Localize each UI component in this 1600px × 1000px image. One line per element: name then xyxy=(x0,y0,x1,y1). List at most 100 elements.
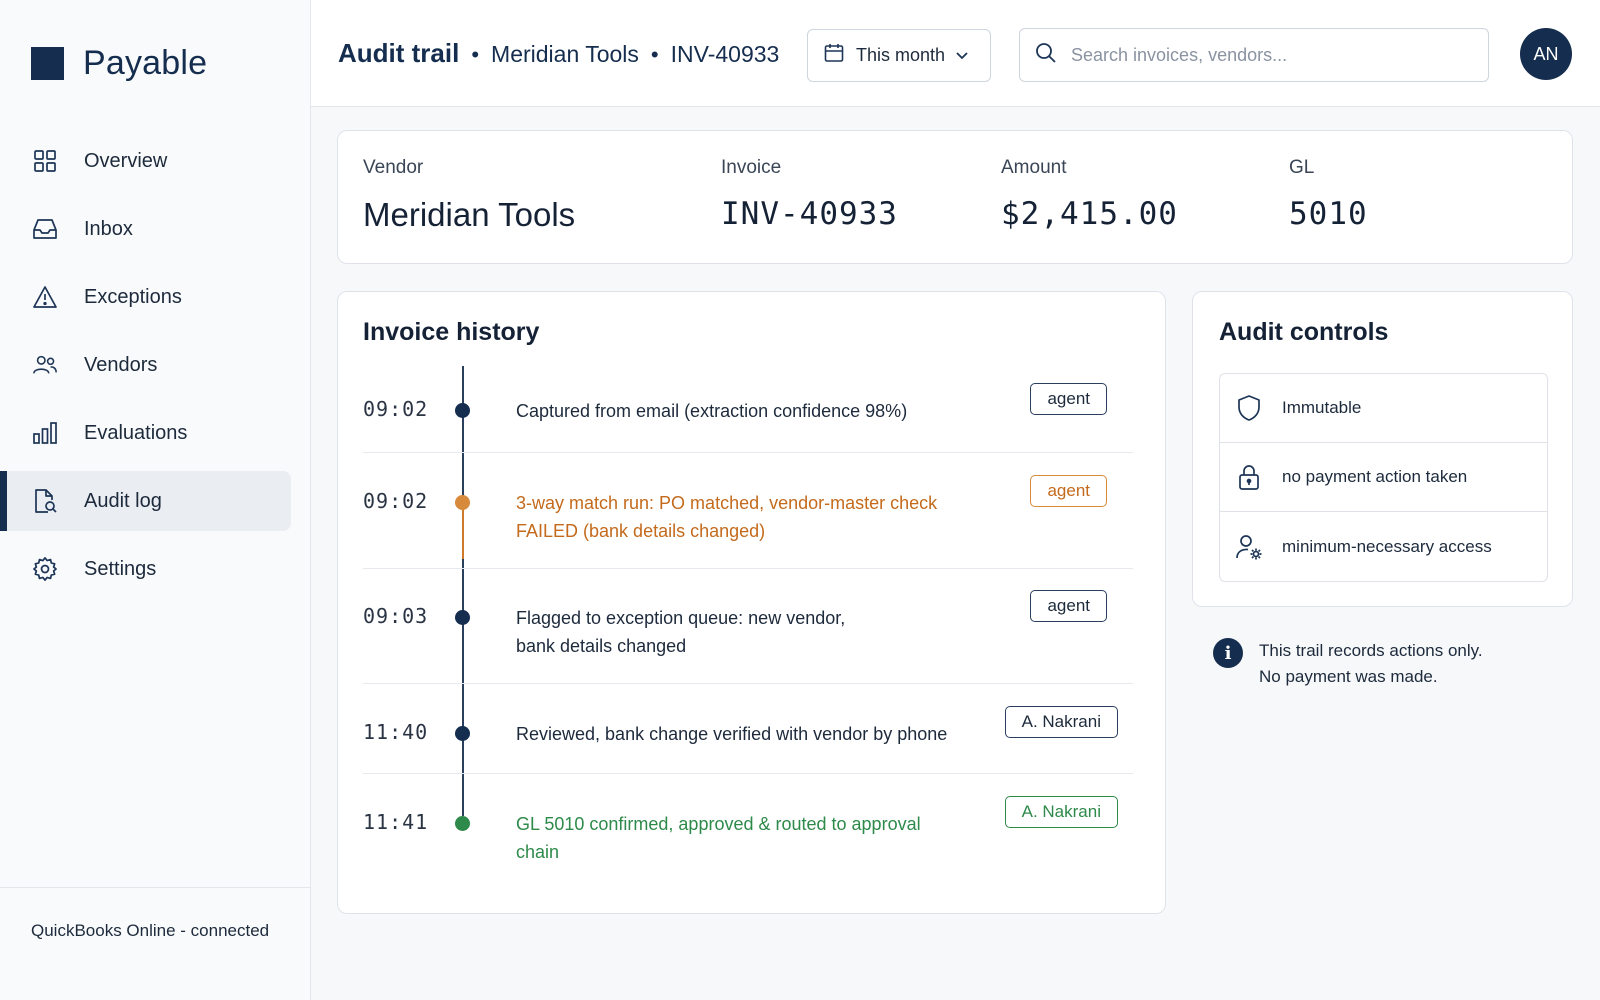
audit-controls-list: Immutable no payment action taken minimu… xyxy=(1219,373,1548,582)
summary-amount-value: $2,415.00 xyxy=(1001,196,1178,232)
audit-note-line: No payment was made. xyxy=(1259,667,1438,686)
actor-badge: agent xyxy=(1030,383,1107,415)
audit-note-line: This trail records actions only. xyxy=(1259,641,1483,660)
sidebar-item-label: Inbox xyxy=(84,217,133,240)
search-box[interactable] xyxy=(1019,28,1489,82)
control-label: minimum-necessary access xyxy=(1282,536,1492,556)
summary-gl-value: 5010 xyxy=(1289,196,1368,232)
event-description: GL 5010 confirmed, approved & routed to … xyxy=(516,814,921,862)
summary-gl-label: GL xyxy=(1289,157,1315,178)
control-no-payment: no payment action taken xyxy=(1220,443,1547,512)
bar-chart-icon xyxy=(32,420,58,446)
sidebar-item-label: Exceptions xyxy=(84,285,182,308)
event-time: 11:40 xyxy=(363,720,429,744)
timeline-dot xyxy=(455,403,470,418)
event-divider xyxy=(363,568,1133,569)
search-icon xyxy=(1035,42,1057,69)
invoice-history-title: Invoice history xyxy=(363,318,540,346)
event-description: Captured from email (extraction confiden… xyxy=(516,401,908,421)
event-time: 11:41 xyxy=(363,810,429,834)
control-label: no payment action taken xyxy=(1282,467,1468,486)
control-label: Immutable xyxy=(1282,398,1362,417)
info-icon: i xyxy=(1213,638,1243,668)
summary-invoice: Invoice INV-40933 xyxy=(721,157,898,232)
calendar-icon xyxy=(824,43,844,68)
lock-icon xyxy=(1234,462,1264,492)
control-immutable: Immutable xyxy=(1220,374,1547,443)
sidebar-item-label: Settings xyxy=(84,557,157,580)
breadcrumb-separator: • xyxy=(471,42,480,67)
gear-icon xyxy=(32,556,58,582)
page-title: Audit trail xyxy=(338,38,460,68)
period-select[interactable]: This month xyxy=(807,29,991,82)
sidebar-item-evaluations[interactable]: Evaluations xyxy=(0,403,291,463)
summary-vendor-label: Vendor xyxy=(363,157,424,178)
event-divider xyxy=(363,683,1133,684)
timeline-dot xyxy=(455,816,470,831)
document-search-icon xyxy=(32,488,58,514)
sidebar-item-label: Overview xyxy=(84,149,168,172)
event-description: Flagged to exception queue: new vendor, … xyxy=(516,608,846,656)
audit-note-text: This trail records actions only. No paym… xyxy=(1259,638,1483,690)
event-description: 3-way match run: PO matched, vendor-mast… xyxy=(516,493,938,541)
shield-icon xyxy=(1234,393,1264,423)
warning-icon xyxy=(32,284,58,310)
breadcrumb-invoice[interactable]: INV-40933 xyxy=(671,41,780,68)
sidebar-item-vendors[interactable]: Vendors xyxy=(0,335,291,395)
timeline-dot xyxy=(455,726,470,741)
user-settings-icon xyxy=(1234,532,1264,562)
audit-controls-card: Audit controls Immutable no payment acti… xyxy=(1192,291,1573,607)
search-input[interactable] xyxy=(1071,44,1471,66)
sidebar-item-label: Audit log xyxy=(84,489,162,512)
summary-gl: GL 5010 xyxy=(1289,157,1368,232)
timeline-line-warning-segment xyxy=(462,502,464,559)
actor-badge: agent xyxy=(1030,590,1107,622)
timeline-dot xyxy=(455,610,470,625)
event-description: Reviewed, bank change verified with vend… xyxy=(516,724,948,744)
invoice-history-card: Invoice history 09:02 Captured from emai… xyxy=(337,291,1166,914)
sidebar-item-inbox[interactable]: Inbox xyxy=(0,199,291,259)
control-minimum-access: minimum-necessary access xyxy=(1220,512,1547,581)
sidebar-nav: Overview Inbox Exceptions Vendors Evalua… xyxy=(0,131,311,607)
users-icon xyxy=(32,352,58,378)
event-time: 09:02 xyxy=(363,397,429,421)
summary-amount: Amount $2,415.00 xyxy=(1001,157,1178,232)
breadcrumb-separator: • xyxy=(650,42,659,67)
integration-status: QuickBooks Online - connected xyxy=(0,887,311,1000)
sidebar-item-label: Vendors xyxy=(84,353,158,376)
actor-badge: A. Nakrani xyxy=(1004,706,1118,738)
breadcrumb: Audit trail • Meridian Tools • INV-40933 xyxy=(338,38,779,69)
audit-note: i This trail records actions only. No pa… xyxy=(1213,638,1483,690)
summary-amount-label: Amount xyxy=(1001,157,1067,178)
sidebar-item-settings[interactable]: Settings xyxy=(0,539,291,599)
sidebar-item-exceptions[interactable]: Exceptions xyxy=(0,267,291,327)
sidebar-item-label: Evaluations xyxy=(84,421,188,444)
event-divider xyxy=(363,452,1133,453)
grid-icon xyxy=(32,148,58,174)
brand[interactable]: Payable xyxy=(31,44,207,83)
summary-invoice-label: Invoice xyxy=(721,157,782,178)
period-select-value: This month xyxy=(856,45,946,65)
summary-vendor-value: Meridian Tools xyxy=(363,196,576,233)
event-time: 09:02 xyxy=(363,489,429,513)
inbox-icon xyxy=(32,216,58,242)
top-header: Audit trail • Meridian Tools • INV-40933… xyxy=(311,0,1600,107)
timeline-line xyxy=(462,366,464,816)
sidebar: Payable Overview Inbox Exceptions Vendor… xyxy=(0,0,311,1000)
brand-name: Payable xyxy=(83,44,208,82)
actor-badge: agent xyxy=(1030,475,1107,507)
sidebar-item-overview[interactable]: Overview xyxy=(0,131,291,191)
event-time: 09:03 xyxy=(363,604,429,628)
invoice-summary-card: Vendor Meridian Tools Invoice INV-40933 … xyxy=(337,130,1573,264)
timeline-dot xyxy=(455,495,470,510)
avatar[interactable]: AN xyxy=(1520,28,1572,80)
summary-vendor: Vendor Meridian Tools xyxy=(363,157,575,234)
summary-invoice-value: INV-40933 xyxy=(721,196,898,232)
breadcrumb-vendor[interactable]: Meridian Tools xyxy=(491,41,639,68)
audit-controls-title: Audit controls xyxy=(1219,318,1389,346)
sidebar-item-audit-log[interactable]: Audit log xyxy=(0,471,291,531)
chevron-down-icon xyxy=(955,47,969,65)
event-divider xyxy=(363,773,1133,774)
brand-logo xyxy=(31,47,64,80)
actor-badge: A. Nakrani xyxy=(1004,796,1118,828)
